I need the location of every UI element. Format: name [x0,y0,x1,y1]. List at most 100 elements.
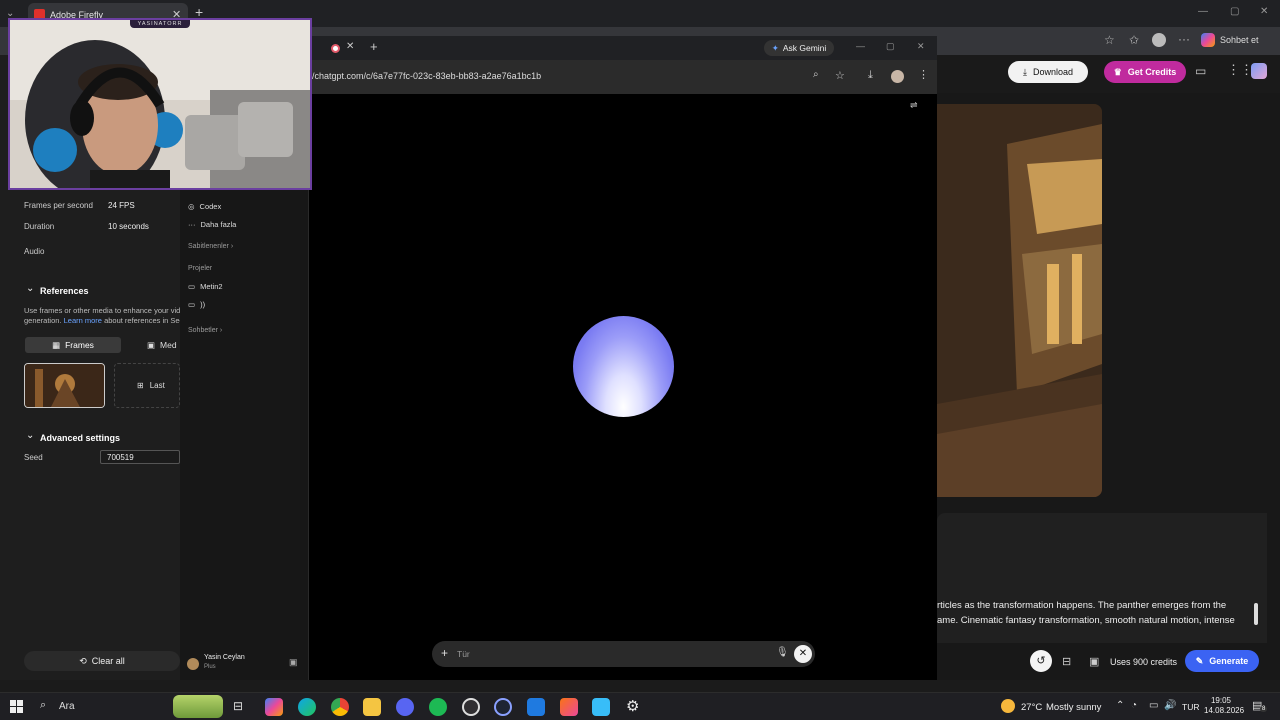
user-menu[interactable]: Yasin Ceylan Plus ▣ [187,654,302,674]
volume-icon[interactable]: 🔊 [1164,700,1176,711]
profile-avatar[interactable] [1152,33,1166,47]
duration-value[interactable]: 10 seconds [108,222,149,231]
recording-tab-icon[interactable] [331,44,340,53]
bookmark-star-icon[interactable]: ☆ [835,69,845,82]
maximize-icon[interactable]: ▢ [886,41,895,52]
composer-placeholder: Tür [457,649,470,659]
ask-gemini-button[interactable]: ✦ Ask Gemini [764,40,834,56]
sidebar-item-codex[interactable]: ◎ Codex [188,202,221,211]
sidebar-item-project-metin2[interactable]: ▭ Metin2 [188,282,223,291]
photos-icon[interactable] [560,698,578,716]
undo-icon: ⟲ [79,655,87,666]
notification-center[interactable]: ▤ 8 [1252,699,1268,715]
language-indicator[interactable]: TUR [1182,702,1199,712]
history-button[interactable]: ↺ [1030,650,1052,672]
user-plan: Plus [204,664,216,670]
sidebar-item-project-2[interactable]: ▭ )) [188,300,205,309]
settings-gear-icon[interactable]: ⚙ [626,697,639,715]
new-tab-icon[interactable]: + [370,39,378,54]
more-menu-icon[interactable]: ⋮ [918,68,929,81]
media-tab-label: Med [160,340,177,350]
weather-condition[interactable]: Mostly sunny [1046,702,1101,713]
copilot-taskbar-icon[interactable] [265,698,283,716]
chrome-icon[interactable] [331,698,349,716]
codex-icon: ◎ [188,202,195,211]
advanced-chevron-icon[interactable]: ⌄ [26,430,34,441]
video-editor-icon[interactable] [527,698,545,716]
spotify-icon[interactable] [429,698,447,716]
seed-input[interactable]: 700519 [100,450,180,464]
user-avatar[interactable] [1251,63,1267,79]
close-window-icon[interactable]: ✕ [917,41,925,52]
mic-muted-icon[interactable]: 🎙 [776,647,789,658]
search-icon[interactable]: ⌕ [40,699,46,712]
apps-grid-icon[interactable]: ⋮⋮ [1227,62,1253,78]
fps-value[interactable]: 24 FPS [108,201,135,210]
temperature[interactable]: 27°C [1021,702,1042,713]
paint-icon[interactable] [592,698,610,716]
minimize-icon[interactable]: — [1198,6,1208,17]
zoom-icon[interactable]: ⌕ [813,69,819,80]
close-tab-icon[interactable]: ✕ [346,41,354,52]
file-explorer-icon[interactable] [363,698,381,716]
more-menu-icon[interactable]: ··· [1178,32,1190,46]
section-label: Sabitlenenler [188,243,229,250]
references-title[interactable]: References [40,286,89,296]
edge-icon[interactable] [298,698,316,716]
bookmark-star-icon[interactable]: ☆ [1104,33,1115,47]
media-tab[interactable]: ▣ Med [147,337,180,353]
chat-composer[interactable]: + Tür 🎙 ✕ [432,641,815,667]
chats-section-header[interactable]: Sohbetler › [188,327,222,334]
webcam-overlay: YASINATORR [8,18,312,190]
plus-icon[interactable]: + [441,646,448,660]
profile-avatar[interactable] [891,70,904,83]
voice-mode-orb [573,316,674,417]
minimize-icon[interactable]: — [856,41,865,51]
prompt-text[interactable]: rticles as the transformation happens. T… [937,598,1252,628]
settings-toggle-icon[interactable]: ⊟ [1062,655,1071,668]
pinned-section-header[interactable]: Sabitlenenler › [188,243,233,250]
first-frame-thumbnail[interactable] [24,363,105,408]
end-voice-button[interactable]: ✕ [794,645,812,663]
clock[interactable]: 19:05 14.08.2026 [1204,696,1244,716]
task-view-icon[interactable]: ⊟ [233,699,243,713]
download-button[interactable]: ⤓ Download [1008,61,1088,83]
folder-icon: ▭ [188,300,196,309]
close-window-icon[interactable]: ✕ [1260,6,1268,17]
download-label: Download [1032,67,1073,77]
search-label[interactable]: Ara [59,701,75,712]
clear-all-button[interactable]: ⟲ Clear all [24,651,180,671]
prompt-scrollbar[interactable] [1254,603,1258,625]
app-icon[interactable] [494,698,512,716]
learn-more-link[interactable]: Learn more [64,316,102,325]
download-icon[interactable]: ⤓ [868,69,873,82]
download-icon: ⤓ [1022,66,1027,77]
description-text: about references in Seec [104,316,180,325]
maximize-icon[interactable]: ▢ [1230,6,1239,17]
discord-icon[interactable] [396,698,414,716]
tune-icon[interactable]: ⇌ [910,100,918,111]
frames-tab[interactable]: ▦ Frames [25,337,121,353]
webcam-feed-image [10,20,310,188]
get-credits-button[interactable]: ♛ Get Credits [1104,61,1186,83]
last-frame-slot[interactable]: ⊞ Last [114,363,180,408]
weather-sun-icon [1001,699,1015,713]
advanced-settings-title[interactable]: Advanced settings [40,433,120,443]
clear-all-label: Clear all [91,656,125,666]
sidebar-item-more[interactable]: ··· Daha fazla [188,220,236,229]
tray-app-icon[interactable]: ◔ [1131,700,1137,711]
generate-button[interactable]: ✎ Generate [1185,650,1259,672]
network-icon[interactable]: ▭ [1149,700,1158,711]
sidebar-toggle-icon[interactable]: ▣ [289,657,298,668]
url-text[interactable]: /chatgpt.com/c/6a7e77fc-023c-83eb-bb83-a… [312,71,541,81]
tray-chevron-icon[interactable]: ⌃ [1116,700,1124,711]
generate-icon: ✎ [1195,655,1204,666]
references-chevron-icon[interactable]: ⌄ [26,283,34,294]
start-button-icon[interactable] [10,700,23,713]
sohbet-et-label[interactable]: Sohbet et [1220,35,1259,45]
obs-icon[interactable] [462,698,480,716]
prompt-line: ame. Cinematic fantasy transformation, s… [937,615,1235,626]
comment-icon[interactable]: ▭ [1195,64,1206,78]
seed-label: Seed [24,453,43,462]
collections-icon[interactable]: ✩ [1129,33,1139,47]
